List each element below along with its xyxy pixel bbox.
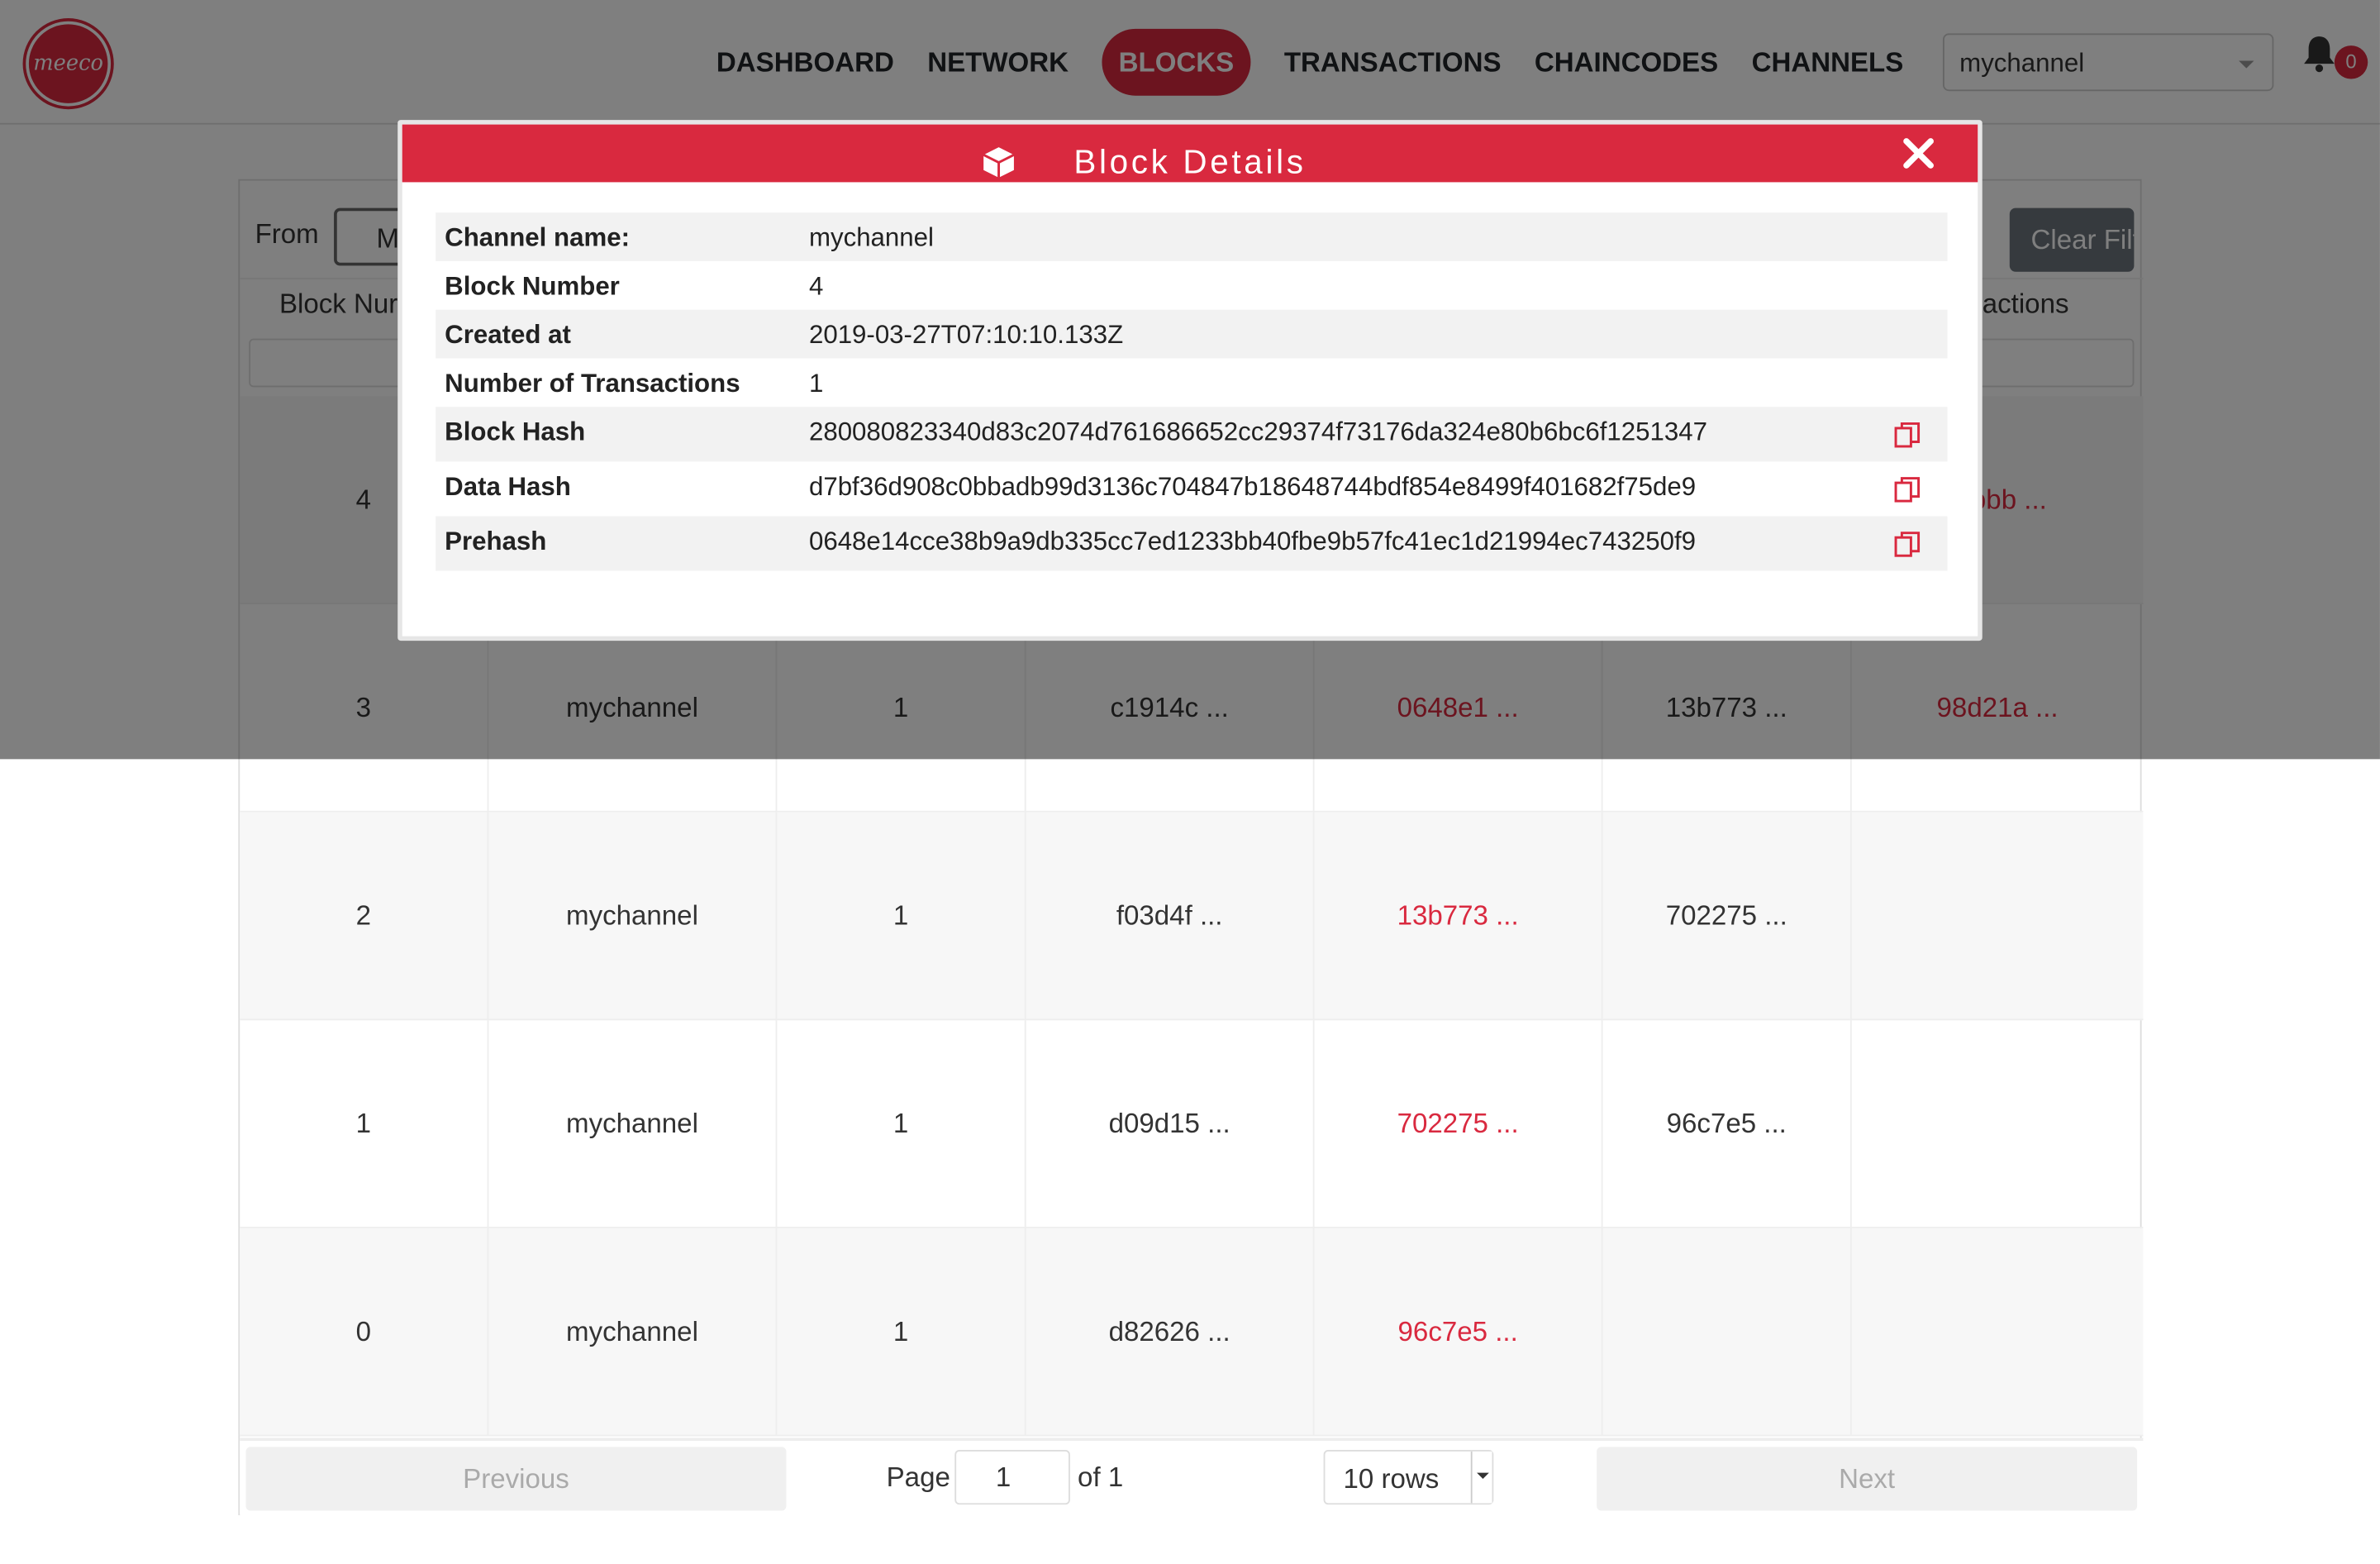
cell-prehash: 96c7e5 ... — [1603, 1020, 1852, 1228]
previous-button[interactable]: Previous — [245, 1447, 787, 1511]
detail-key: Created at — [445, 320, 571, 350]
detail-value: mychannel — [808, 222, 934, 252]
table-row[interactable]: 1 mychannel 1 d09d15 ... 702275 ... 96c7… — [240, 1020, 2144, 1228]
detail-key: Channel name: — [445, 222, 630, 252]
cell-block-number: 2 — [240, 812, 489, 1021]
copy-icon[interactable] — [1892, 530, 1923, 560]
cell-transactions-link[interactable] — [1852, 1020, 2144, 1228]
detail-row-tx-count: Number of Transactions 1 — [436, 358, 1947, 407]
detail-value: 1 — [808, 369, 824, 398]
cell-block-hash-link[interactable]: 702275 ... — [1315, 1020, 1603, 1228]
detail-value: 2019-03-27T07:10:10.133Z — [808, 320, 1124, 350]
detail-row-channel-name: Channel name: mychannel — [436, 212, 1948, 261]
detail-value: 280080823340d83c2074d761686652cc29374f73… — [808, 417, 1707, 446]
detail-key: Block Number — [445, 271, 620, 301]
detail-value: 0648e14cce38b9a9db335cc7ed1233bb40fbe9b5… — [808, 527, 1696, 556]
cell-channel: mychannel — [488, 812, 778, 1021]
app-root: meeco DASHBOARD NETWORK BLOCKS TRANSACTI… — [0, 0, 2380, 1564]
detail-key: Prehash — [445, 527, 547, 556]
modal-title: Block Details — [1073, 142, 1307, 181]
block-details-modal: Block Details Channel name: mychannel Bl… — [397, 120, 1983, 641]
detail-row-prehash: Prehash 0648e14cce38b9a9db335cc7ed1233bb… — [436, 516, 1948, 571]
detail-row-block-hash: Block Hash 280080823340d83c2074d76168665… — [436, 407, 1948, 462]
modal-header: Block Details — [402, 124, 1978, 183]
rows-per-page-select[interactable]: 10 rows — [1323, 1450, 1494, 1505]
table-row[interactable]: 2 mychannel 1 f03d4f ... 13b773 ... 7022… — [240, 812, 2144, 1021]
cell-block-hash-link[interactable]: 13b773 ... — [1315, 812, 1603, 1021]
cell-transactions-link[interactable] — [1852, 813, 2144, 1021]
page-total: of 1 — [1078, 1461, 1124, 1493]
cell-tx-count: 1 — [777, 1228, 1026, 1437]
cell-prehash — [1603, 1228, 1852, 1437]
detail-value: 4 — [808, 271, 824, 301]
cell-data-hash: d82626 ... — [1026, 1228, 1315, 1437]
cell-tx-count: 1 — [777, 812, 1026, 1021]
next-button[interactable]: Next — [1597, 1447, 2138, 1511]
detail-row-data-hash: Data Hash d7bf36d908c0bbadb99d3136c70484… — [436, 461, 1947, 516]
copy-icon[interactable] — [1892, 421, 1923, 451]
cell-data-hash: f03d4f ... — [1026, 812, 1315, 1021]
cell-block-hash-link[interactable]: 96c7e5 ... — [1315, 1228, 1603, 1437]
detail-key: Block Hash — [445, 417, 586, 446]
cell-block-number: 1 — [240, 1020, 489, 1228]
detail-key: Number of Transactions — [445, 369, 740, 398]
detail-row-block-number: Block Number 4 — [436, 261, 1947, 310]
rows-per-page-value: 10 rows — [1343, 1463, 1440, 1495]
cell-channel: mychannel — [488, 1020, 778, 1228]
table-row[interactable]: 0 mychannel 1 d82626 ... 96c7e5 ... — [240, 1228, 2144, 1437]
cell-transactions-link[interactable] — [1852, 1228, 2144, 1437]
chevron-down-icon — [1470, 1451, 1492, 1504]
page-number-input[interactable]: 1 — [954, 1450, 1070, 1505]
page-number-value: 1 — [995, 1461, 1011, 1493]
cell-tx-count: 1 — [777, 1020, 1026, 1228]
detail-value: d7bf36d908c0bbadb99d3136c704847b18648744… — [808, 472, 1697, 502]
cell-block-number: 0 — [240, 1228, 489, 1437]
detail-key: Data Hash — [445, 472, 571, 502]
cell-prehash: 702275 ... — [1603, 812, 1852, 1021]
cell-data-hash: d09d15 ... — [1026, 1020, 1315, 1228]
detail-row-created-at: Created at 2019-03-27T07:10:10.133Z — [436, 309, 1948, 359]
copy-icon[interactable] — [1892, 475, 1923, 506]
page-label: Page — [886, 1461, 950, 1493]
pagination-bar: Previous Page 1 of 1 10 rows Next — [240, 1438, 2144, 1517]
cell-channel: mychannel — [488, 1228, 778, 1437]
close-icon[interactable] — [1899, 134, 1939, 174]
block-details-table: Channel name: mychannel Block Number 4 C… — [436, 212, 1948, 571]
